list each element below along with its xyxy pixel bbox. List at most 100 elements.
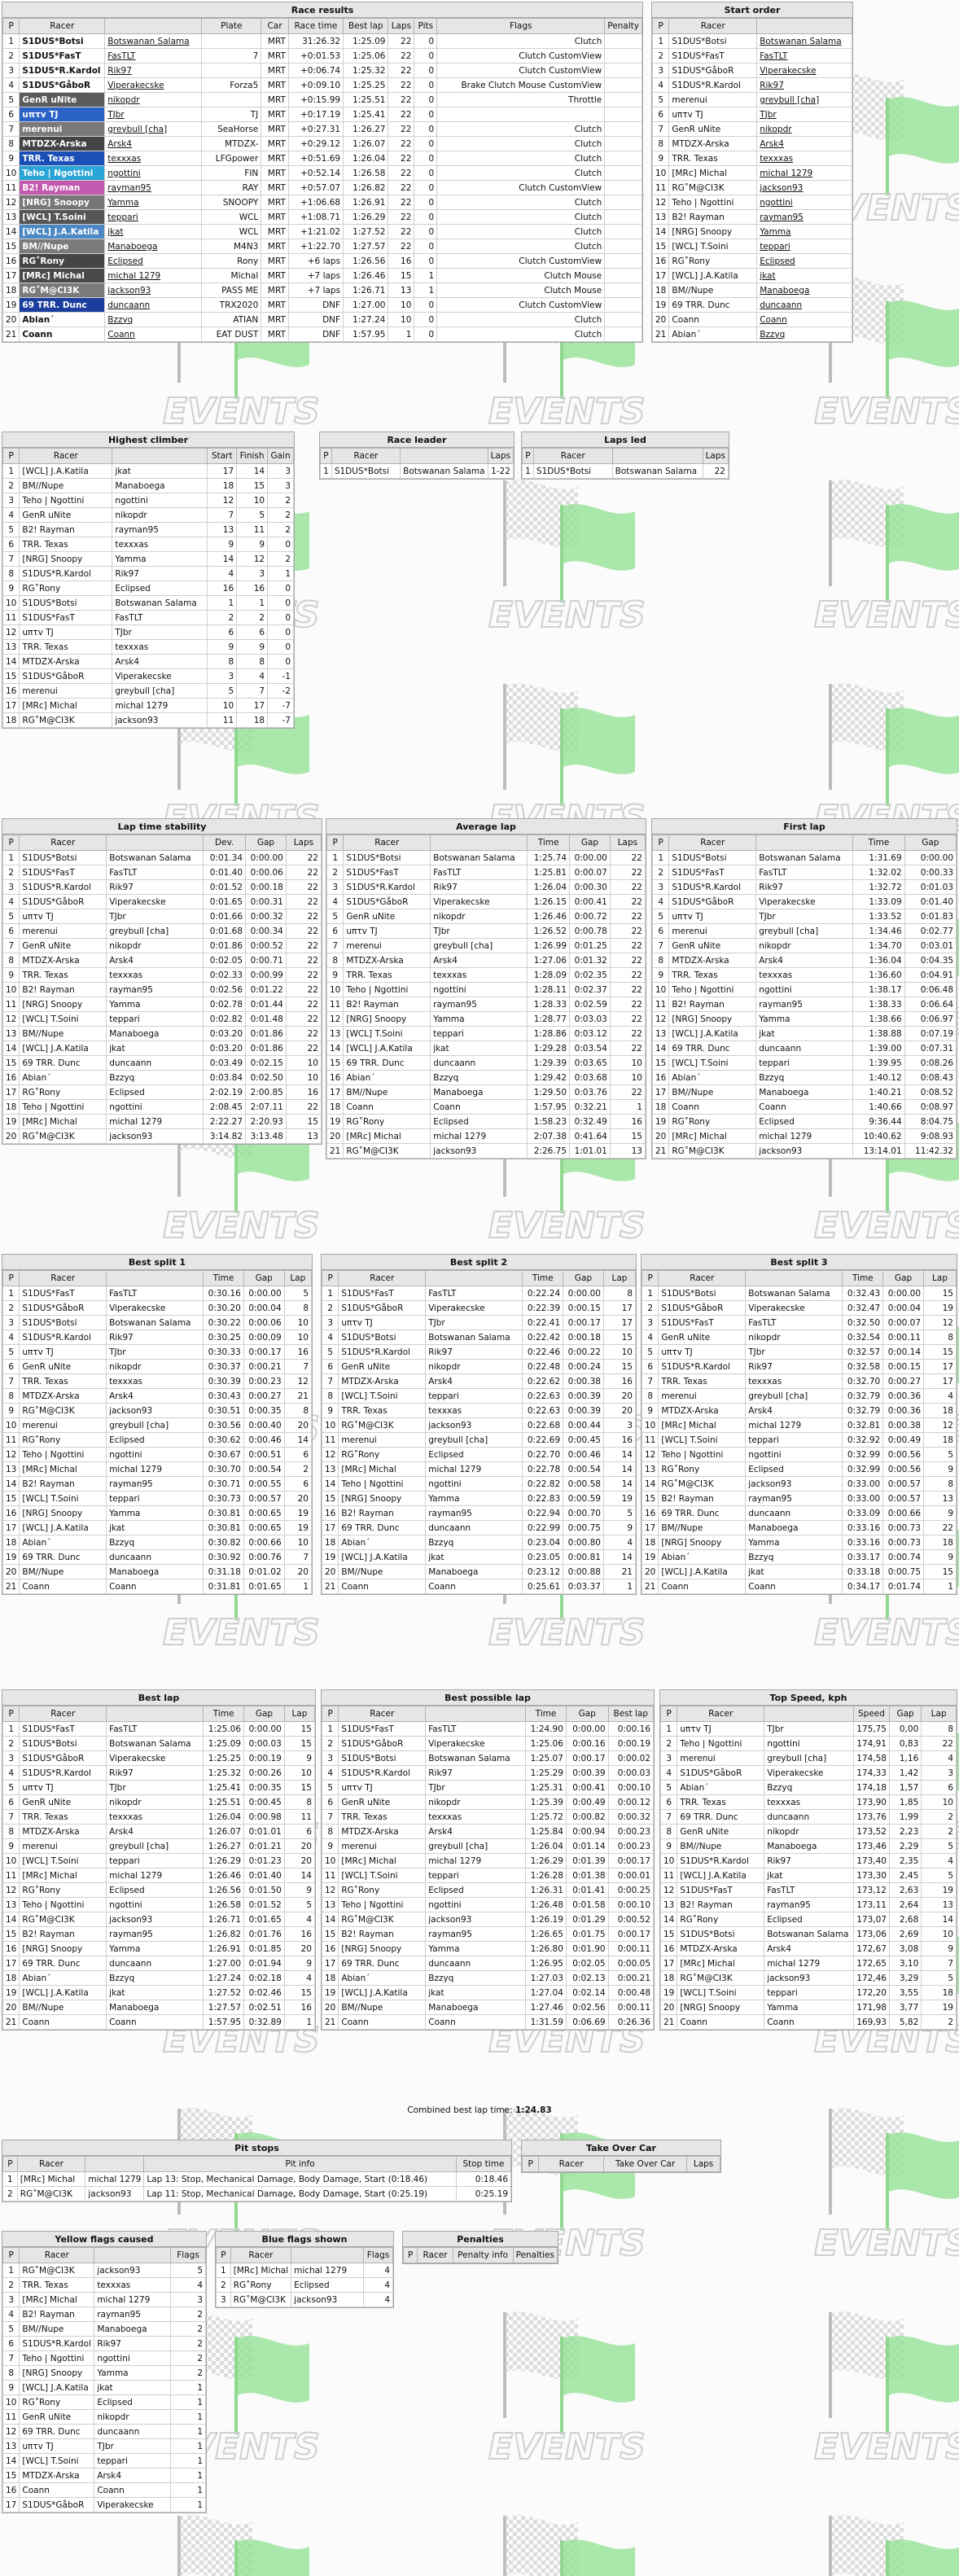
racer-link[interactable]: Arsk4 bbox=[430, 953, 528, 968]
racer-link[interactable]: jkat bbox=[745, 1564, 843, 1579]
racer-link[interactable]: Viperakecske bbox=[106, 1300, 204, 1316]
racer-link[interactable]: Rik97 bbox=[764, 1853, 854, 1868]
racer-link[interactable]: Yamma bbox=[755, 1011, 854, 1027]
racer-link[interactable]: Arsk4 bbox=[745, 1403, 843, 1418]
racer-link[interactable]: Bzzyq bbox=[755, 1070, 854, 1085]
racer-link[interactable]: michal 1279 bbox=[425, 1461, 523, 1477]
racer-link[interactable]: nikopdr bbox=[425, 1794, 527, 1810]
racer-link[interactable]: jackson93 bbox=[106, 1128, 204, 1144]
racer-link[interactable]: duncaann bbox=[764, 1809, 854, 1825]
racer-link[interactable]: TJbr bbox=[430, 923, 528, 939]
racer-link[interactable]: TJbr bbox=[755, 909, 854, 924]
racer-link[interactable]: teppari bbox=[106, 1853, 204, 1868]
racer-link[interactable]: michal 1279 bbox=[104, 268, 203, 283]
racer-link[interactable]: Manaboega bbox=[106, 1564, 204, 1579]
racer-link[interactable]: greybull [cha] bbox=[425, 1838, 527, 1854]
racer-link[interactable]: Viperakecske bbox=[112, 668, 208, 684]
racer-link[interactable]: jackson93 bbox=[94, 2263, 172, 2278]
racer-link[interactable]: michal 1279 bbox=[745, 1417, 843, 1433]
racer-link[interactable]: michal 1279 bbox=[291, 2263, 365, 2278]
racer-link[interactable]: Manaboega bbox=[755, 1084, 854, 1100]
racer-link[interactable]: TJbr bbox=[106, 1344, 204, 1360]
racer-link[interactable]: Viperakecske bbox=[425, 1736, 527, 1751]
racer-link[interactable]: Manaboega bbox=[106, 1026, 204, 1041]
racer-link[interactable]: jkat bbox=[764, 1868, 854, 1883]
racer-link[interactable]: Coann bbox=[106, 1579, 204, 1594]
racer-link[interactable]: jackson93 bbox=[756, 180, 852, 195]
racer-link[interactable]: nikopdr bbox=[764, 1824, 854, 1839]
racer-link[interactable]: Viperakecske bbox=[756, 63, 852, 78]
racer-link[interactable]: michal 1279 bbox=[106, 1114, 204, 1129]
racer-link[interactable]: texxxas bbox=[755, 967, 854, 983]
racer-link[interactable]: Eclipsed bbox=[112, 580, 208, 596]
racer-link[interactable]: Viperakecske bbox=[106, 1750, 204, 1766]
racer-link[interactable]: michal 1279 bbox=[106, 1461, 204, 1477]
racer-link[interactable]: nikopdr bbox=[430, 909, 528, 924]
racer-link[interactable]: texxxas bbox=[106, 1373, 204, 1389]
racer-link[interactable]: Yamma bbox=[430, 1011, 528, 1027]
racer-link[interactable]: ngottini bbox=[756, 195, 852, 210]
racer-link[interactable]: Viperakecske bbox=[425, 1300, 523, 1316]
racer-link[interactable]: TJbr bbox=[756, 107, 852, 122]
racer-link[interactable]: Coann bbox=[756, 312, 852, 327]
racer-link[interactable]: Rik97 bbox=[425, 1765, 527, 1781]
racer-link[interactable]: jackson93 bbox=[745, 1476, 843, 1492]
racer-link[interactable]: Yamma bbox=[94, 2365, 172, 2381]
racer-link[interactable]: duncaann bbox=[106, 1549, 204, 1565]
racer-link[interactable]: Rik97 bbox=[106, 1330, 204, 1345]
racer-link[interactable]: jkat bbox=[756, 268, 852, 283]
racer-link[interactable]: rayman95 bbox=[756, 209, 852, 225]
racer-link[interactable]: greybull [cha] bbox=[425, 1432, 523, 1448]
racer-link[interactable]: Botswanan Salama bbox=[611, 463, 703, 479]
racer-link[interactable]: Botswanan Salama bbox=[106, 850, 204, 865]
racer-link[interactable]: Bzzyq bbox=[425, 1535, 523, 1550]
racer-link[interactable]: Arsk4 bbox=[106, 1824, 204, 1839]
racer-link[interactable]: nikopdr bbox=[106, 938, 204, 953]
racer-link[interactable]: texxxas bbox=[104, 151, 203, 166]
racer-link[interactable]: texxxas bbox=[94, 2277, 172, 2293]
racer-link[interactable]: Botswanan Salama bbox=[400, 463, 488, 479]
racer-link[interactable]: Botswanan Salama bbox=[745, 1286, 843, 1301]
racer-link[interactable]: Botswanan Salama bbox=[106, 1315, 204, 1330]
racer-link[interactable]: texxxas bbox=[112, 537, 208, 552]
racer-link[interactable]: greybull [cha] bbox=[106, 1417, 204, 1433]
racer-link[interactable]: duncaann bbox=[430, 1055, 528, 1071]
racer-link[interactable]: michal 1279 bbox=[755, 1128, 854, 1144]
racer-link[interactable]: duncaann bbox=[106, 1055, 204, 1071]
racer-link[interactable]: jkat bbox=[425, 1985, 527, 2000]
racer-link[interactable]: rayman95 bbox=[745, 1491, 843, 1506]
racer-link[interactable]: Rik97 bbox=[755, 879, 854, 895]
racer-link[interactable]: texxxas bbox=[106, 1809, 204, 1825]
racer-link[interactable]: Eclipsed bbox=[94, 2394, 172, 2410]
racer-link[interactable]: michal 1279 bbox=[425, 1853, 527, 1868]
racer-link[interactable]: Arsk4 bbox=[755, 953, 854, 968]
racer-link[interactable]: Eclipsed bbox=[106, 1084, 204, 1100]
racer-link[interactable]: FasTLT bbox=[745, 1315, 843, 1330]
racer-link[interactable]: Manaboega bbox=[106, 2000, 204, 2015]
racer-link[interactable]: michal 1279 bbox=[112, 698, 208, 713]
racer-link[interactable]: Botswanan Salama bbox=[430, 850, 528, 865]
racer-link[interactable]: FasTLT bbox=[106, 865, 204, 880]
racer-link[interactable]: teppari bbox=[756, 239, 852, 254]
racer-link[interactable]: TJbr bbox=[106, 909, 204, 924]
racer-link[interactable]: Eclipsed bbox=[291, 2277, 365, 2293]
racer-link[interactable]: Rik97 bbox=[94, 2336, 172, 2351]
racer-link[interactable]: texxxas bbox=[745, 1373, 843, 1389]
racer-link[interactable]: rayman95 bbox=[755, 997, 854, 1012]
racer-link[interactable]: Bzzyq bbox=[106, 1970, 204, 1986]
racer-link[interactable]: rayman95 bbox=[112, 522, 208, 537]
racer-link[interactable]: rayman95 bbox=[106, 1476, 204, 1492]
racer-link[interactable]: TJbr bbox=[112, 624, 208, 640]
racer-link[interactable]: nikopdr bbox=[745, 1330, 843, 1345]
racer-link[interactable]: Rik97 bbox=[104, 63, 203, 78]
racer-link[interactable]: ngottini bbox=[755, 982, 854, 997]
racer-link[interactable]: greybull [cha] bbox=[106, 1838, 204, 1854]
racer-link[interactable]: teppari bbox=[755, 1055, 854, 1071]
racer-link[interactable]: rayman95 bbox=[764, 1897, 854, 1912]
racer-link[interactable]: Eclipsed bbox=[106, 1432, 204, 1448]
racer-link[interactable]: ngottini bbox=[112, 493, 208, 508]
racer-link[interactable]: ngottini bbox=[94, 2350, 172, 2366]
racer-link[interactable]: TJbr bbox=[425, 1780, 527, 1795]
racer-link[interactable]: ngottini bbox=[745, 1447, 843, 1462]
racer-link[interactable]: FasTLT bbox=[106, 1286, 204, 1301]
